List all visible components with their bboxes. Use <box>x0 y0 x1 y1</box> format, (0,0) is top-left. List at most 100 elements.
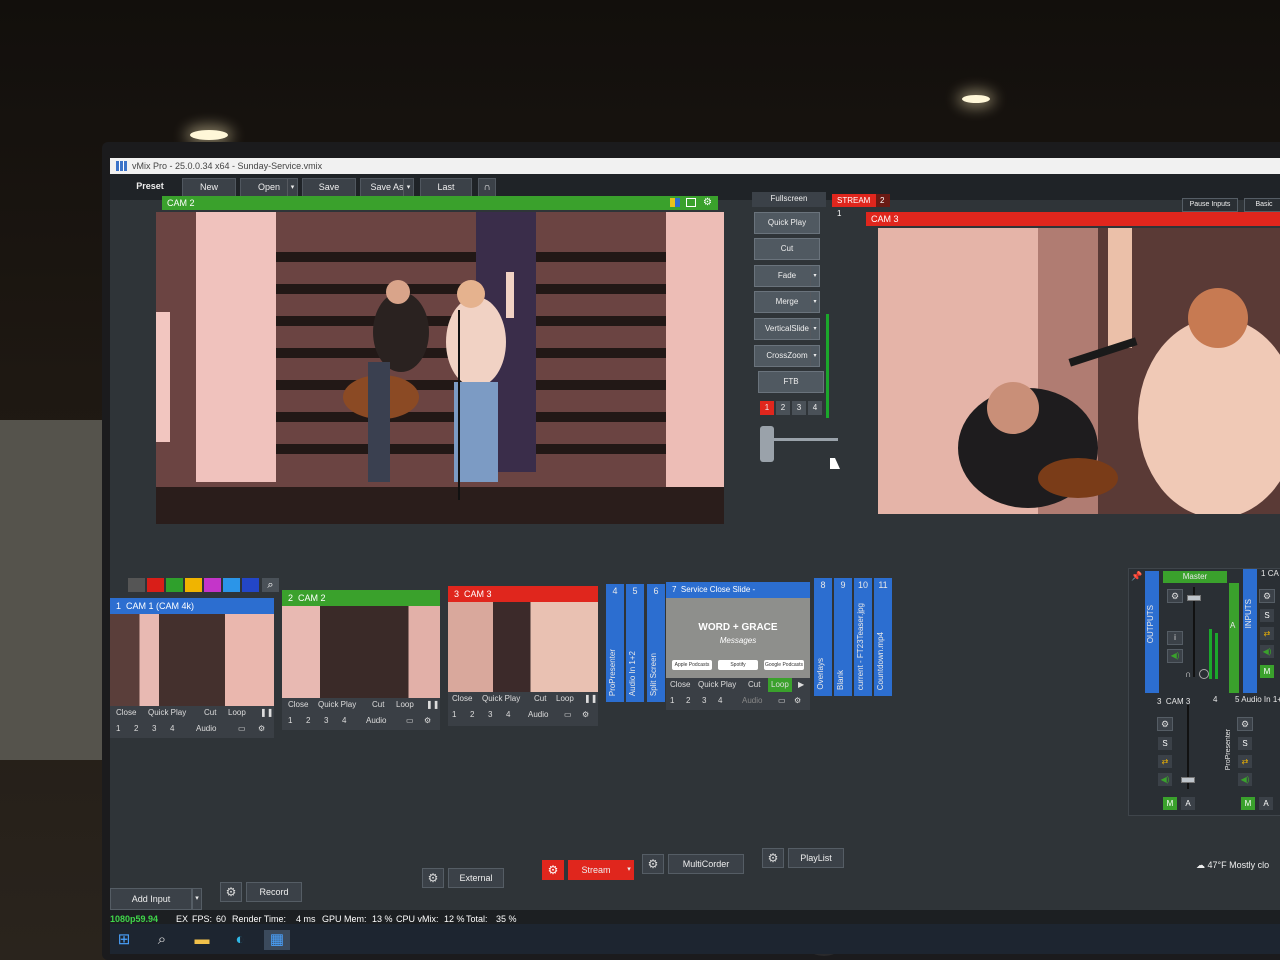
headphones-icon[interactable]: ∩ <box>478 178 496 197</box>
master-bus-button[interactable]: M <box>1163 797 1177 810</box>
speaker-icon[interactable]: ◀) <box>1158 773 1172 786</box>
transition-number-1[interactable]: 1 <box>760 401 774 415</box>
basic-button[interactable]: Basic <box>1244 198 1280 212</box>
input-num-1[interactable]: 1 <box>288 714 292 728</box>
input-tile[interactable]: 3 CAM 3 Close Quick Play Cut Loop ❚❚ 1 2… <box>448 586 598 726</box>
cut-button[interactable]: Cut <box>204 706 216 720</box>
transition-number-2[interactable]: 2 <box>776 401 790 415</box>
settings-gear-icon[interactable]: ⚙ <box>1237 717 1253 731</box>
stream-settings-gear-icon[interactable]: ⚙ <box>542 860 564 880</box>
solo-button[interactable]: S <box>1158 737 1172 750</box>
colour-swatch-green[interactable] <box>166 578 183 592</box>
close-button[interactable]: Close <box>288 698 308 712</box>
input-thumbnail[interactable]: WORD + GRACE Messages Apple Podcasts Spo… <box>666 598 810 678</box>
external-button[interactable]: External <box>448 868 504 888</box>
settings-gear-icon[interactable]: ⚙ <box>582 708 589 722</box>
crosszoom-button[interactable]: CrossZoom ▾ <box>754 345 820 367</box>
loop-button[interactable]: Loop <box>396 698 414 712</box>
input-num-1[interactable]: 1 <box>670 694 674 708</box>
chevron-down-icon[interactable]: ▾ <box>810 292 819 312</box>
multicorder-button[interactable]: MultiCorder <box>668 854 744 874</box>
colour-swatch-purple[interactable] <box>204 578 221 592</box>
monitor-icon[interactable]: ▭ <box>778 694 786 708</box>
input-tile[interactable]: 7 Service Close Slide - PodcastLogo2.g W… <box>666 582 810 710</box>
channel-a-bus[interactable]: A <box>1229 583 1239 693</box>
quick-play-button[interactable]: Quick Play <box>318 698 356 712</box>
audio-button[interactable]: Audio <box>366 714 386 728</box>
playlist-settings-gear-icon[interactable]: ⚙ <box>762 848 784 868</box>
chevron-down-icon[interactable]: ▾ <box>624 860 634 880</box>
external-settings-gear-icon[interactable]: ⚙ <box>422 868 444 888</box>
output-video[interactable] <box>878 228 1280 514</box>
input-column[interactable]: 4 ProPresenter <box>606 584 624 702</box>
monitor-icon[interactable]: ▭ <box>238 722 246 736</box>
loop-button[interactable]: Loop <box>228 706 246 720</box>
swap-icon[interactable]: ⇄ <box>1260 627 1274 640</box>
input-column[interactable]: 10 current - FT23Teaser.jpg <box>854 578 872 696</box>
quick-play-button[interactable]: Quick Play <box>148 706 186 720</box>
audio-button[interactable]: Audio <box>742 694 762 708</box>
colour-swatch-lightblue[interactable] <box>223 578 240 592</box>
audio-button[interactable]: Audio <box>528 708 548 722</box>
swap-icon[interactable]: ⇄ <box>1238 755 1252 768</box>
input-column[interactable]: 11 Countdown.mp4 <box>874 578 892 696</box>
monitor-icon[interactable]: ▭ <box>406 714 414 728</box>
bus-a-button[interactable]: A <box>1259 797 1273 810</box>
settings-gear-icon[interactable]: ⚙ <box>703 196 712 210</box>
save-button[interactable]: Save <box>302 178 356 197</box>
screen-icon[interactable] <box>686 198 696 207</box>
chevron-down-icon[interactable]: ▾ <box>192 888 202 910</box>
input-column[interactable]: 6 Split Screen <box>647 584 665 702</box>
colour-swatch-red[interactable] <box>147 578 164 592</box>
input-tile[interactable]: 2 CAM 2 Close Quick Play Cut Loop ❚❚ 1 2… <box>282 590 440 730</box>
chevron-down-icon[interactable]: ▾ <box>810 346 819 366</box>
preset-button[interactable]: Preset <box>128 178 172 197</box>
file-explorer-icon[interactable]: ▬ <box>192 930 212 950</box>
settings-gear-icon[interactable]: ⚙ <box>1259 589 1275 603</box>
outputs-tab[interactable]: OUTPUTS <box>1145 571 1159 693</box>
close-button[interactable]: Close <box>670 678 690 692</box>
input-num-1[interactable]: 1 <box>116 722 120 736</box>
solo-button[interactable]: S <box>1260 609 1274 622</box>
pause-inputs-button[interactable]: Pause Inputs <box>1182 198 1238 212</box>
weather-widget[interactable]: ☁ 47°F Mostly clo <box>1196 860 1269 871</box>
input-num-4[interactable]: 4 <box>342 714 346 728</box>
speaker-icon[interactable]: ◀) <box>1260 645 1274 658</box>
input-num-2[interactable]: 2 <box>686 694 690 708</box>
save-as-button[interactable]: Save As ▾ <box>360 178 414 197</box>
colour-swatch-blue[interactable] <box>242 578 259 592</box>
input-num-3[interactable]: 3 <box>324 714 328 728</box>
windows-start-icon[interactable]: ⊞ <box>114 930 134 950</box>
master-bus-button[interactable]: M <box>1260 665 1274 678</box>
stream-button[interactable]: Stream <box>568 860 624 880</box>
speaker-icon[interactable]: ◀) <box>1167 649 1183 663</box>
chevron-down-icon[interactable]: ▾ <box>287 179 297 196</box>
input-thumbnail[interactable] <box>110 614 274 706</box>
cut-button[interactable]: Cut <box>754 238 820 260</box>
search-icon[interactable]: ⌕ <box>262 578 279 592</box>
transition-number-3[interactable]: 3 <box>792 401 806 415</box>
master-bus-button[interactable]: M <box>1241 797 1255 810</box>
channel-3-fader-knob[interactable] <box>1181 777 1195 783</box>
input-num-3[interactable]: 3 <box>488 708 492 722</box>
multicorder-settings-gear-icon[interactable]: ⚙ <box>642 854 664 874</box>
quick-play-button[interactable]: Quick Play <box>482 692 520 706</box>
stream-indicator[interactable]: STREAM 1 <box>832 194 876 218</box>
loop-button[interactable]: Loop <box>768 678 792 692</box>
swap-icon[interactable]: ⇄ <box>1158 755 1172 768</box>
input-num-1[interactable]: 1 <box>452 708 456 722</box>
chevron-down-icon[interactable]: ▾ <box>810 319 819 339</box>
chevron-down-icon[interactable]: ▾ <box>810 266 819 286</box>
cut-button[interactable]: Cut <box>534 692 546 706</box>
inputs-tab[interactable]: INPUTS <box>1243 569 1257 693</box>
fullscreen-button[interactable]: Fullscreen <box>752 192 826 207</box>
quick-play-button[interactable]: Quick Play <box>698 678 736 692</box>
pause-icon[interactable]: ❚❚ <box>426 698 439 712</box>
vmix-taskbar-icon[interactable]: ▦ <box>264 930 290 950</box>
close-button[interactable]: Close <box>116 706 136 720</box>
new-button[interactable]: New <box>182 178 236 197</box>
verticalslide-button[interactable]: VerticalSlide ▾ <box>754 318 820 340</box>
last-button[interactable]: Last <box>420 178 472 197</box>
search-icon[interactable]: ⌕ <box>152 930 172 950</box>
colour-swatch-none[interactable] <box>128 578 145 592</box>
